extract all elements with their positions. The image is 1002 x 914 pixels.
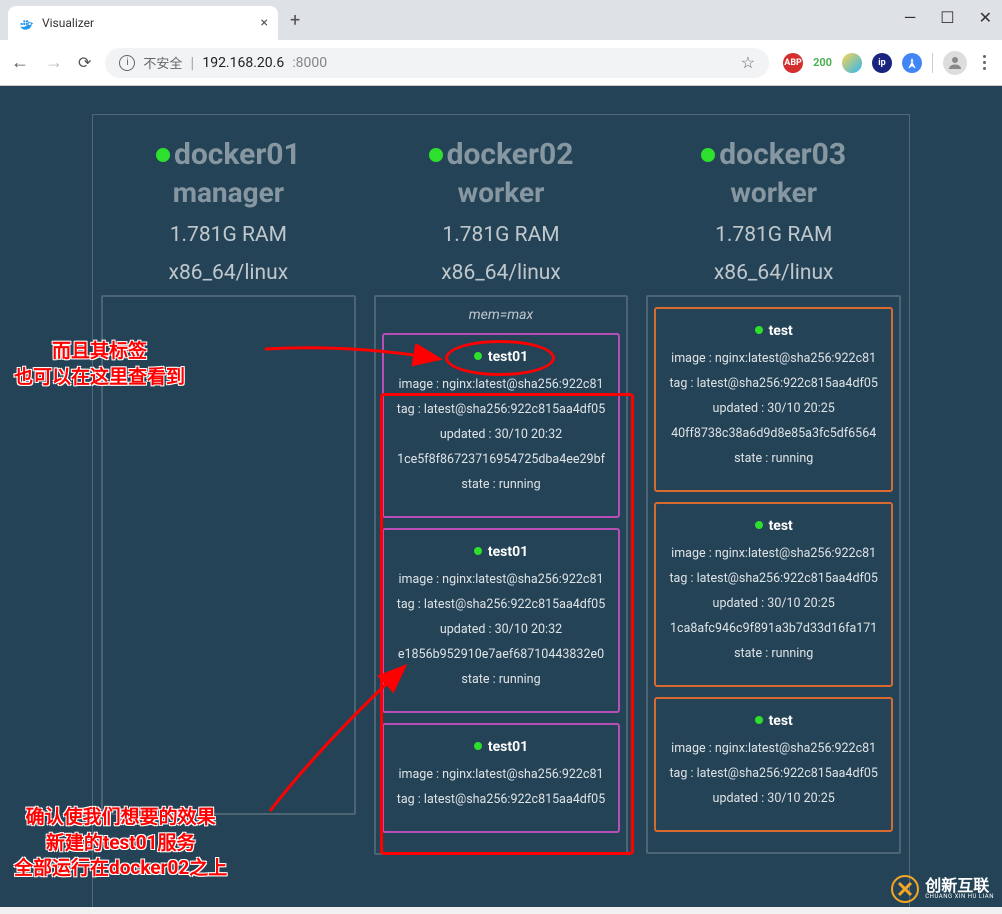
service-name: test bbox=[662, 518, 885, 534]
annotation-top-line1: 而且其标签 bbox=[14, 338, 185, 364]
node-name: docker03 bbox=[719, 137, 846, 172]
service-info-line: tag : latest@sha256:922c815aa4df05 bbox=[662, 571, 885, 586]
site-info-icon[interactable]: i bbox=[119, 55, 135, 71]
service-name: test bbox=[662, 713, 885, 729]
close-window-icon[interactable]: ✕ bbox=[979, 8, 992, 27]
node-status-dot-icon bbox=[701, 148, 715, 162]
service-info-line: 40ff8738c38a6d9d8e85a3fc5df6564 bbox=[662, 426, 885, 441]
node-arch: x86_64/linux bbox=[93, 261, 364, 285]
extension-200-badge[interactable]: 200 bbox=[813, 56, 832, 69]
node-label: mem=max bbox=[382, 307, 621, 323]
node-header: docker02 worker 1.781G RAM x86_64/linux bbox=[366, 115, 637, 293]
service-info-line: updated : 30/10 20:25 bbox=[662, 596, 885, 611]
annotation-bottom-line3: 全部运行在docker02之上 bbox=[14, 855, 227, 881]
node-status-dot-icon bbox=[156, 148, 170, 162]
service-info-line: state : running bbox=[662, 646, 885, 661]
security-label: 不安全 bbox=[143, 53, 182, 72]
annotation-bottom-line2: 新建的test01服务 bbox=[14, 830, 227, 856]
node-role: manager bbox=[93, 176, 364, 209]
service-info-line: image : nginx:latest@sha256:922c81 bbox=[390, 377, 613, 392]
service-info-line: image : nginx:latest@sha256:922c81 bbox=[662, 546, 885, 561]
service-name: test bbox=[662, 323, 885, 339]
node-ram: 1.781G RAM bbox=[366, 223, 637, 247]
annotation-bottom-line1: 确认使我们想要的效果 bbox=[14, 804, 227, 830]
watermark: 创新互联 CHUANG XIN HU LIAN bbox=[891, 875, 994, 903]
service-info-line: image : nginx:latest@sha256:922c81 bbox=[662, 741, 885, 756]
node-arch: x86_64/linux bbox=[366, 261, 637, 285]
node-name: docker01 bbox=[174, 137, 301, 172]
service-info-line: tag : latest@sha256:922c815aa4df05 bbox=[662, 376, 885, 391]
node-column-docker03: docker03 worker 1.781G RAM x86_64/linuxtest… bbox=[638, 115, 909, 855]
annotation-arrow-top bbox=[260, 344, 450, 374]
browser-menu-icon[interactable] bbox=[977, 55, 992, 70]
node-status-dot-icon bbox=[429, 148, 443, 162]
node-header: docker03 worker 1.781G RAM x86_64/linux bbox=[638, 115, 909, 293]
service-info-line: state : running bbox=[662, 451, 885, 466]
toolbar-separator bbox=[932, 53, 933, 73]
browser-tab[interactable]: Visualizer × bbox=[8, 6, 278, 40]
url-host: 192.168.20.6 bbox=[202, 55, 284, 71]
watermark-en: CHUANG XIN HU LIAN bbox=[925, 894, 994, 900]
annotation-top: 而且其标签 也可以在这里查看到 bbox=[14, 338, 185, 389]
service-status-dot-icon bbox=[755, 521, 763, 529]
favicon-docker-icon bbox=[18, 15, 34, 31]
reload-button[interactable]: ⟳ bbox=[78, 53, 91, 72]
profile-avatar-icon[interactable] bbox=[943, 51, 967, 75]
watermark-logo-icon bbox=[891, 875, 919, 903]
service-status-dot-icon bbox=[755, 716, 763, 724]
maximize-icon[interactable]: ☐ bbox=[940, 8, 954, 27]
service-info-line: updated : 30/10 20:25 bbox=[662, 401, 885, 416]
node-name: docker02 bbox=[447, 137, 574, 172]
service-card-test[interactable]: test image : nginx:latest@sha256:922c81 ta… bbox=[654, 502, 893, 687]
extension-translate-icon[interactable] bbox=[902, 53, 922, 73]
node-header: docker01 manager 1.781G RAM x86_64/linux bbox=[93, 115, 364, 293]
browser-toolbar: ← → ⟳ i 不安全 | 192.168.20.6 :8000 ☆ ABP 20… bbox=[0, 40, 1002, 86]
service-card-test[interactable]: test image : nginx:latest@sha256:922c81 ta… bbox=[654, 697, 893, 832]
bookmark-star-icon[interactable]: ☆ bbox=[741, 53, 755, 72]
annotation-bottom: 确认使我们想要的效果 新建的test01服务 全部运行在docker02之上 bbox=[14, 804, 227, 881]
service-card-test[interactable]: test image : nginx:latest@sha256:922c81 ta… bbox=[654, 307, 893, 492]
tab-title: Visualizer bbox=[42, 16, 261, 30]
new-tab-button[interactable]: + bbox=[290, 10, 300, 31]
extension-ip-icon[interactable]: ip bbox=[872, 53, 892, 73]
window-controls: — ☐ ✕ bbox=[904, 8, 992, 27]
service-info-line: tag : latest@sha256:922c815aa4df05 bbox=[662, 766, 885, 781]
tab-close-icon[interactable]: × bbox=[261, 15, 268, 31]
service-info-line: updated : 30/10 20:25 bbox=[662, 791, 885, 806]
url-port: :8000 bbox=[292, 55, 327, 71]
watermark-cn: 创新互联 bbox=[925, 878, 994, 894]
node-ram: 1.781G RAM bbox=[638, 223, 909, 247]
node-role: worker bbox=[638, 176, 909, 209]
back-button[interactable]: ← bbox=[10, 52, 30, 73]
address-bar[interactable]: i 不安全 | 192.168.20.6 :8000 ☆ bbox=[105, 48, 769, 78]
browser-titlebar: Visualizer × + — ☐ ✕ bbox=[0, 0, 1002, 40]
extension-avast-icon[interactable] bbox=[842, 53, 862, 73]
page-content: docker01manager1.781G RAMx86_64/linuxdoc… bbox=[0, 86, 1002, 907]
node-role: worker bbox=[366, 176, 637, 209]
extension-abp-icon[interactable]: ABP bbox=[783, 53, 803, 73]
extensions-area: ABP 200 ip bbox=[783, 51, 992, 75]
service-info-line: image : nginx:latest@sha256:922c81 bbox=[662, 351, 885, 366]
node-body: test image : nginx:latest@sha256:922c81 ta… bbox=[646, 295, 901, 854]
annotation-ellipse-memmax bbox=[445, 340, 555, 376]
annotation-top-line2: 也可以在这里查看到 bbox=[14, 364, 185, 390]
minimize-icon[interactable]: — bbox=[904, 8, 917, 27]
service-status-dot-icon bbox=[755, 326, 763, 334]
omnibox-divider: | bbox=[190, 53, 194, 72]
node-ram: 1.781G RAM bbox=[93, 223, 364, 247]
forward-button[interactable]: → bbox=[44, 52, 64, 73]
annotation-arrow-bottom bbox=[260, 646, 420, 816]
node-arch: x86_64/linux bbox=[638, 261, 909, 285]
service-info-line: 1ca8afc946c9f891a3b7d33d16fa171 bbox=[662, 621, 885, 636]
